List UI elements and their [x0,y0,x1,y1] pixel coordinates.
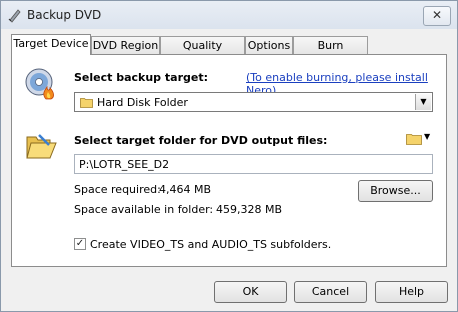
space-available-label: Space available in folder: [74,203,214,216]
close-button[interactable]: ✕ [423,6,451,26]
target-folder-label: Select target folder for DVD output file… [74,134,328,147]
open-folder-icon [26,134,57,159]
checkmark-icon: ✓ [75,238,85,249]
backup-dvd-window: Backup DVD ✕ Target Device DVD Region Qu… [0,0,458,312]
backup-target-value: Hard Disk Folder [97,96,188,109]
target-device-panel: Select backup target: (To enable burning… [11,54,447,267]
chevron-down-icon[interactable]: ▼ [415,94,431,110]
folder-icon [80,98,93,108]
help-button[interactable]: Help [375,281,448,303]
window-title: Backup DVD [27,8,102,22]
backup-target-select[interactable]: Hard Disk Folder ▼ [74,92,433,112]
tab-burn-settings[interactable]: Burn Settings [293,36,368,69]
tab-dvd-region[interactable]: DVD Region [91,36,160,54]
cancel-button[interactable]: Cancel [294,281,367,303]
tab-quality-settings[interactable]: Quality Settings [160,36,245,69]
subfolders-checkbox[interactable]: ✓ [74,238,86,250]
dvd-burn-icon [25,68,54,100]
target-folder-input[interactable] [74,154,433,174]
space-required-value: 4,464 MB [159,183,212,196]
backup-target-label: Select backup target: [74,71,208,84]
browse-button[interactable]: Browse... [358,180,433,202]
folder-icon [406,134,422,145]
caret-down-icon: ▼ [424,132,431,141]
space-available-value: 459,328 MB [216,203,283,216]
tab-options[interactable]: Options [245,36,293,54]
tab-target-device[interactable]: Target Device [11,34,91,55]
app-icon [8,9,21,23]
ok-button[interactable]: OK [214,281,287,303]
recent-folder-dropdown[interactable]: ▼ [406,132,434,146]
subfolders-label: Create VIDEO_TS and AUDIO_TS subfolders. [90,238,332,251]
title-bar: Backup DVD ✕ [1,1,457,29]
space-required-label: Space required: [74,183,161,196]
